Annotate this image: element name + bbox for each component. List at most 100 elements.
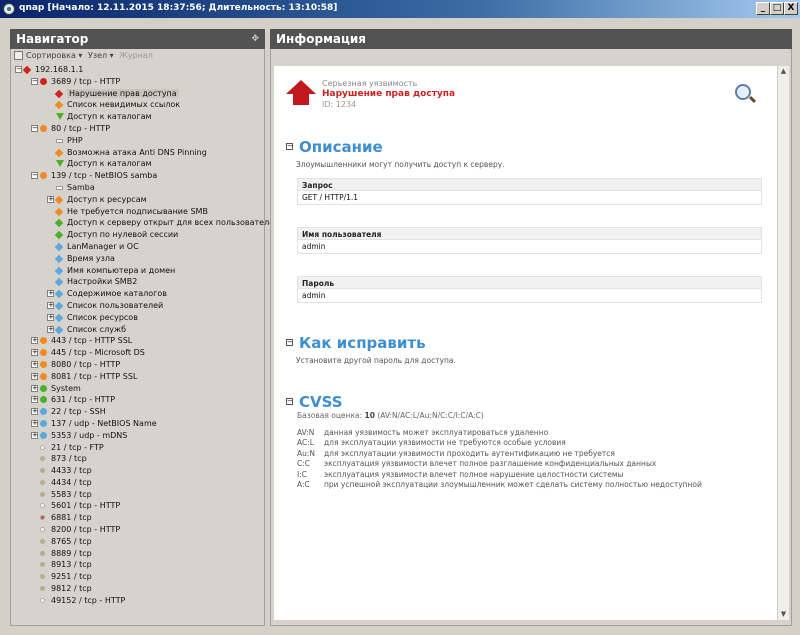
expand-icon[interactable]: + (47, 325, 54, 333)
tree-node[interactable]: 5583 / tcp (11, 489, 264, 501)
maximize-button[interactable]: □ (770, 2, 784, 15)
sort-icon[interactable] (14, 51, 23, 60)
tree-node[interactable]: 4433 / tcp (11, 465, 264, 477)
collapse-icon[interactable]: − (31, 124, 38, 132)
port-dot-icon (40, 597, 45, 603)
expand-icon[interactable]: + (31, 419, 38, 427)
tree-node[interactable]: − 3689 / tcp - HTTP (11, 76, 264, 88)
vertical-scrollbar[interactable]: ▲ ▼ (777, 66, 789, 620)
tree-node[interactable]: 9812 / tcp (11, 583, 264, 595)
tree-node[interactable]: +445 / tcp - Microsoft DS (11, 347, 264, 359)
minimize-button[interactable]: _ (756, 2, 770, 15)
zoom-icon[interactable] (735, 84, 751, 100)
tree-node[interactable]: 873 / tcp (11, 453, 264, 465)
fix-text: Установите другой пароль для доступа. (296, 356, 456, 365)
tree-node[interactable]: Список невидимых ссылок (11, 99, 264, 111)
expand-icon[interactable]: + (31, 408, 38, 416)
expand-icon[interactable]: + (31, 396, 38, 404)
expand-icon[interactable]: + (31, 349, 38, 357)
port-dot-icon (40, 444, 45, 450)
tree-node[interactable]: +137 / udp - NetBIOS Name (11, 418, 264, 430)
tree-node[interactable]: 4434 / tcp (11, 477, 264, 489)
pin-icon[interactable]: ✥ (251, 29, 259, 49)
expand-icon[interactable]: + (47, 301, 54, 309)
cvss-metric-key: A:C (297, 480, 310, 489)
tree-node[interactable]: Доступ к серверу открыт для всех пользов… (11, 217, 279, 229)
expand-icon[interactable]: + (31, 337, 38, 345)
port-dot-icon (40, 503, 45, 509)
collapse-icon[interactable]: − (286, 143, 293, 150)
node-menu-button[interactable]: Узел ▾ (88, 51, 114, 60)
tree-node-label: 137 / udp - NetBIOS Name (51, 418, 157, 428)
tree-node[interactable]: 8913 / tcp (11, 559, 264, 571)
tree-node[interactable]: +443 / tcp - HTTP SSL (11, 335, 264, 347)
tree-node[interactable]: + Содержимое каталогов (11, 288, 264, 300)
tree-node[interactable]: + System (11, 383, 264, 395)
expand-icon[interactable]: + (47, 290, 54, 298)
sort-button[interactable]: Сортировка ▾ (26, 51, 82, 60)
tree-node[interactable]: PHP (11, 135, 264, 147)
collapse-icon[interactable]: − (286, 339, 293, 346)
journal-button[interactable]: Журнал (119, 51, 153, 60)
tree-node[interactable]: 21 / tcp - FTP (11, 442, 264, 454)
collapse-icon[interactable]: − (31, 77, 38, 85)
tree-node[interactable]: 5601 / tcp - HTTP (11, 500, 264, 512)
tree-node[interactable]: 8765 / tcp (11, 536, 264, 548)
tree-node[interactable]: 49152 / tcp - HTTP (11, 595, 264, 607)
expand-icon[interactable]: + (47, 313, 54, 321)
expand-icon[interactable]: + (31, 431, 38, 439)
tree-node[interactable]: 6881 / tcp (11, 512, 264, 524)
port-icon (40, 349, 47, 357)
tree-node-label: 4433 / tcp (51, 466, 92, 476)
tree-node[interactable]: 8889 / tcp (11, 548, 264, 560)
tree-node[interactable]: Настройки SMB2 (11, 276, 264, 288)
tree-node[interactable]: + Доступ к ресурсам (11, 194, 264, 206)
tree-node[interactable]: LanManager и ОС (11, 241, 264, 253)
expand-icon[interactable]: + (47, 195, 54, 203)
tree-node[interactable]: − 80 / tcp - HTTP (11, 123, 264, 135)
close-button[interactable]: X (784, 2, 798, 15)
tree-node[interactable]: Возможна атака Anti DNS Pinning (11, 147, 264, 159)
description-section-title[interactable]: − Описание (286, 138, 383, 156)
vuln-title: Нарушение прав доступа (322, 89, 456, 99)
tree-node[interactable]: +8080 / tcp - HTTP (11, 359, 264, 371)
tree-node-label: 5601 / tcp - HTTP (51, 501, 121, 511)
tree-node[interactable]: 9251 / tcp (11, 571, 264, 583)
expand-icon[interactable]: + (31, 384, 38, 392)
tree-node[interactable]: − 192.168.1.1 (11, 64, 264, 76)
collapse-icon[interactable]: − (286, 398, 293, 405)
username-value: admin (297, 240, 762, 254)
tree-node[interactable]: + Список пользователей (11, 300, 264, 312)
scroll-up-icon[interactable]: ▲ (778, 66, 789, 77)
tree-node[interactable]: − 139 / tcp - NetBIOS samba (11, 170, 264, 182)
tree-node[interactable]: Samba (11, 182, 264, 194)
tree-node[interactable]: +5353 / udp - mDNS (11, 430, 264, 442)
scroll-down-icon[interactable]: ▼ (778, 609, 789, 620)
tree-node[interactable]: Время узла (11, 253, 264, 265)
tree-node-label: 8765 / tcp (51, 536, 92, 546)
tree-node[interactable]: Доступ к каталогам (11, 158, 264, 170)
tree-node[interactable]: Имя компьютера и домен (11, 265, 264, 277)
collapse-icon[interactable]: − (15, 66, 22, 73)
tree-node[interactable]: Доступ по нулевой сессии (11, 229, 264, 241)
request-field: Запрос GET / HTTP/1.1 (297, 178, 762, 205)
tree-node-label: LanManager и ОС (67, 241, 139, 251)
cvss-metric-value: для эксплуатации уязвимости проходить ау… (324, 448, 615, 458)
fix-section-title[interactable]: − Как исправить (286, 334, 426, 352)
tree-node[interactable]: + Список ресурсов (11, 312, 264, 324)
tree-node[interactable]: +22 / tcp - SSH (11, 406, 264, 418)
port-dot-icon (40, 586, 45, 592)
tree-node[interactable]: Нарушение прав доступа (11, 88, 264, 100)
expand-icon[interactable]: + (31, 372, 38, 380)
severity-diamond-icon (54, 230, 64, 240)
collapse-icon[interactable]: − (31, 172, 38, 180)
tree-node[interactable]: + Список служб (11, 324, 264, 336)
tree-node[interactable]: +8081 / tcp - HTTP SSL (11, 371, 264, 383)
tree-node[interactable]: 8200 / tcp - HTTP (11, 524, 264, 536)
tree-node[interactable]: Не требуется подписывание SMB (11, 206, 264, 218)
tree-node[interactable]: Доступ к каталогам (11, 111, 264, 123)
expand-icon[interactable]: + (31, 360, 38, 368)
cvss-section-title[interactable]: − CVSS (286, 393, 343, 411)
port-icon (40, 77, 47, 85)
tree-node[interactable]: +631 / tcp - HTTP (11, 394, 264, 406)
